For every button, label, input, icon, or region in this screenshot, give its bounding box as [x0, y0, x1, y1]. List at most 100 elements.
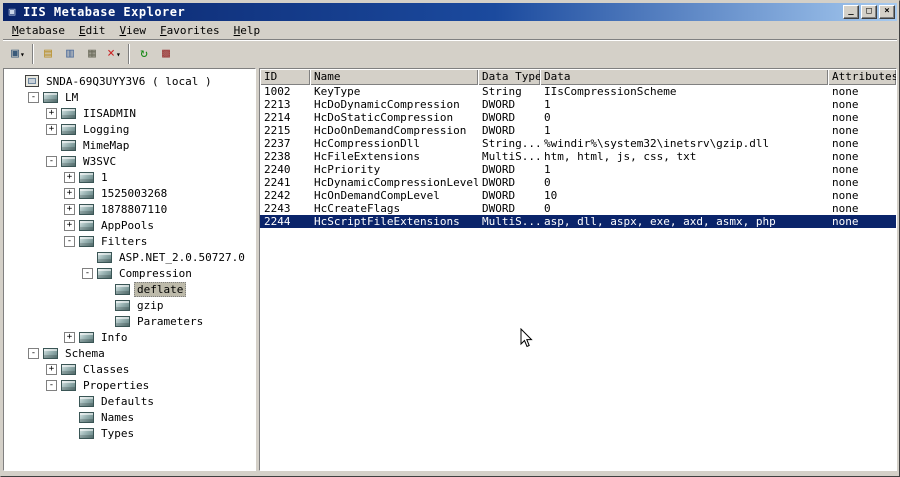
tree-item-label: gzip — [137, 298, 164, 312]
metabase-key-icon — [79, 331, 94, 343]
expand-toggle[interactable]: + — [64, 203, 75, 215]
tree-item-classes[interactable]: + Classes — [4, 361, 255, 377]
tree-item-names[interactable]: Names — [4, 409, 255, 425]
cell: DWORD — [482, 98, 516, 111]
tree-item-label: 1 — [101, 170, 108, 184]
menu-favorites[interactable]: Favorites — [153, 21, 227, 40]
cell: 0 — [544, 202, 551, 215]
hierarchy-button[interactable]: ▩ — [155, 43, 177, 65]
table-row[interactable]: 2214 HcDoStaticCompression DWORD 0 none — [260, 111, 896, 124]
computer-icon — [25, 75, 39, 87]
expand-toggle[interactable]: + — [46, 123, 57, 135]
tree-item-asp-net-2-0-50727-0[interactable]: ASP.NET_2.0.50727.0 — [4, 249, 255, 265]
cell: none — [832, 176, 859, 189]
copy-button[interactable]: ▥ — [59, 43, 81, 65]
expand-toggle[interactable]: + — [46, 363, 57, 375]
table-row[interactable]: 2242 HcOnDemandCompLevel DWORD 10 none — [260, 189, 896, 202]
cell: String... — [482, 137, 540, 150]
tree-item-1878807110[interactable]: +1878807110 — [4, 201, 255, 217]
menu-metabase[interactable]: Metabase — [5, 21, 72, 40]
expand-toggle[interactable]: + — [46, 107, 57, 119]
delete-button[interactable]: × ▾ — [103, 43, 125, 65]
tree-item-snda-69q3uyy3v6-local[interactable]: SNDA-69Q3UYY3V6 ( local ) — [4, 73, 255, 89]
tree-item-compression[interactable]: - Compression — [4, 265, 255, 281]
table-row[interactable]: 2213 HcDoDynamicCompression DWORD 1 none — [260, 98, 896, 111]
column-header-name[interactable]: Name — [310, 69, 478, 85]
tree-item-label: IISADMIN — [83, 106, 136, 120]
maximize-button[interactable]: □ — [861, 5, 877, 19]
tree-item-1525003268[interactable]: +1525003268 — [4, 185, 255, 201]
table-row[interactable]: 2237 HcCompressionDll String... %windir%\sy… — [260, 137, 896, 150]
menu-help[interactable]: Help — [227, 21, 268, 40]
cell: none — [832, 111, 859, 124]
paste-button[interactable]: ▦ — [81, 43, 103, 65]
column-header-id[interactable]: ID — [260, 69, 310, 85]
table-row[interactable]: 1002 KeyType String IIsCompressionScheme non… — [260, 85, 896, 98]
cell: 1 — [544, 98, 551, 111]
connect-button[interactable]: ▣ ▾ — [7, 43, 29, 65]
collapse-toggle[interactable]: - — [28, 347, 39, 359]
tree-item-apppools[interactable]: + AppPools — [4, 217, 255, 233]
tree-item-filters[interactable]: - Filters — [4, 233, 255, 249]
column-header-data-type[interactable]: Data Type — [478, 69, 540, 85]
menu-bar: Metabase Edit View Favorites Help — [3, 21, 897, 40]
tree-item-gzip[interactable]: gzip — [4, 297, 255, 313]
tree-item-schema[interactable]: - Schema — [4, 345, 255, 361]
expand-toggle[interactable]: + — [64, 171, 75, 183]
cell: HcDoOnDemandCompression — [314, 124, 467, 137]
tree-item-types[interactable]: Types — [4, 425, 255, 441]
table-row[interactable]: 2240 HcPriority DWORD 1 none — [260, 163, 896, 176]
tree-item-logging[interactable]: + Logging — [4, 121, 255, 137]
tree-item-label: Filters — [101, 234, 148, 248]
collapse-toggle[interactable]: - — [82, 267, 93, 279]
cell: 2240 — [264, 163, 291, 176]
menu-edit[interactable]: Edit — [72, 21, 113, 40]
metabase-key-icon — [115, 283, 130, 295]
minimize-button[interactable]: _ — [843, 5, 859, 19]
column-header-data[interactable]: Data — [540, 69, 828, 85]
expand-toggle[interactable]: + — [64, 331, 75, 343]
cell: HcCreateFlags — [314, 202, 401, 215]
expand-toggle[interactable]: + — [64, 219, 75, 231]
tree-item-iisadmin[interactable]: + IISADMIN — [4, 105, 255, 121]
expand-toggle[interactable]: + — [64, 187, 75, 199]
tree-item-mimemap[interactable]: MimeMap — [4, 137, 255, 153]
column-header-attributes[interactable]: Attributes — [828, 69, 896, 85]
paste-icon: ▦ — [88, 46, 96, 61]
toolbar-separator — [128, 44, 130, 64]
collapse-toggle[interactable]: - — [28, 91, 39, 103]
collapse-toggle[interactable]: - — [64, 235, 75, 247]
cell: HcDynamicCompressionLevel — [314, 176, 478, 189]
cell: none — [832, 124, 859, 137]
refresh-button[interactable]: ↻ — [133, 43, 155, 65]
table-row[interactable]: 2215 HcDoOnDemandCompression DWORD 1 none — [260, 124, 896, 137]
table-row[interactable]: 2238 HcFileExtensions MultiS... htm, html, … — [260, 150, 896, 163]
refresh-icon: ↻ — [140, 46, 148, 61]
content-area: SNDA-69Q3UYY3V6 ( local ) - LM + IISADMIN + Lo… — [3, 68, 897, 471]
menu-view[interactable]: View — [112, 21, 153, 40]
metabase-key-icon — [61, 123, 76, 135]
tree-item-parameters[interactable]: Parameters — [4, 313, 255, 329]
table-row[interactable]: 2241 HcDynamicCompressionLevel DWORD 0 none — [260, 176, 896, 189]
tree-item-deflate[interactable]: deflate — [4, 281, 255, 297]
cell: none — [832, 85, 859, 98]
cell: IIsCompressionScheme — [544, 85, 677, 98]
tree-item-defaults[interactable]: Defaults — [4, 393, 255, 409]
table-row[interactable]: 2244 HcScriptFileExtensions MultiS... asp, … — [260, 215, 896, 228]
new-key-button[interactable]: ▤ — [37, 43, 59, 65]
cell: 1 — [544, 163, 551, 176]
tree-item-properties[interactable]: - Properties — [4, 377, 255, 393]
cell: DWORD — [482, 111, 516, 124]
tree-item-info[interactable]: + Info — [4, 329, 255, 345]
tree-item-lm[interactable]: - LM — [4, 89, 255, 105]
list-panel: ID Name Data Type Data Attributes 1002 KeyTyp… — [259, 68, 897, 471]
table-row[interactable]: 2243 HcCreateFlags DWORD 0 none — [260, 202, 896, 215]
metabase-key-icon — [115, 299, 130, 311]
close-button[interactable]: × — [879, 5, 895, 19]
tree-item-w3svc[interactable]: - W3SVC — [4, 153, 255, 169]
tree-item-1[interactable]: +1 — [4, 169, 255, 185]
collapse-toggle[interactable]: - — [46, 379, 57, 391]
collapse-toggle[interactable]: - — [46, 155, 57, 167]
metabase-key-icon — [79, 427, 94, 439]
tree-item-label: ASP.NET_2.0.50727.0 — [119, 250, 245, 264]
